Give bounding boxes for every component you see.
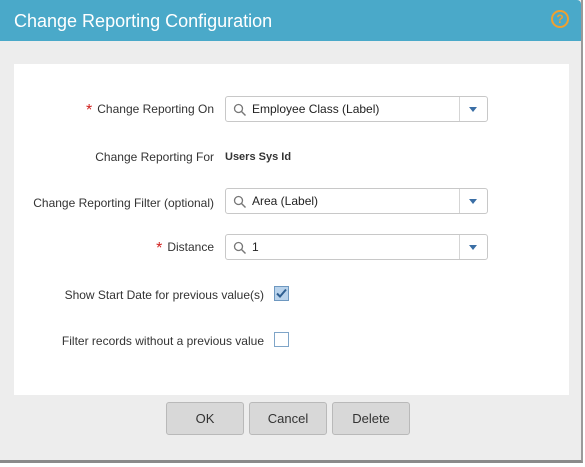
search-icon bbox=[233, 195, 246, 208]
search-icon bbox=[233, 241, 246, 254]
chevron-down-icon bbox=[469, 199, 477, 204]
distance-combo[interactable]: 1 bbox=[225, 234, 488, 260]
change-reporting-filter-dropdown-button[interactable] bbox=[459, 189, 487, 213]
required-marker: * bbox=[86, 102, 93, 119]
change-reporting-on-value: Employee Class (Label) bbox=[252, 102, 380, 116]
distance-dropdown-button[interactable] bbox=[459, 235, 487, 259]
help-icon[interactable]: ? bbox=[551, 10, 569, 28]
ok-button[interactable]: OK bbox=[166, 402, 244, 435]
filter-records-label: Filter records without a previous value bbox=[61, 334, 264, 348]
distance-value: 1 bbox=[252, 240, 259, 254]
dialog-title: Change Reporting Configuration bbox=[14, 11, 273, 31]
show-start-date-checkbox[interactable] bbox=[274, 286, 289, 301]
checkmark-icon bbox=[276, 288, 287, 298]
change-reporting-filter-value: Area (Label) bbox=[252, 194, 319, 208]
delete-button[interactable]: Delete bbox=[332, 402, 410, 435]
change-reporting-filter-combo[interactable]: Area (Label) bbox=[225, 188, 488, 214]
change-reporting-filter-label: Change Reporting Filter (optional) bbox=[33, 196, 214, 210]
filter-records-checkbox[interactable] bbox=[274, 332, 289, 347]
change-reporting-dialog: Change Reporting Configuration ? * Change… bbox=[0, 0, 583, 463]
chevron-down-icon bbox=[469, 107, 477, 112]
change-reporting-on-dropdown-button[interactable] bbox=[459, 97, 487, 121]
change-reporting-on-combo[interactable]: Employee Class (Label) bbox=[225, 96, 488, 122]
required-marker: * bbox=[156, 240, 163, 257]
dialog-titlebar: Change Reporting Configuration ? bbox=[0, 0, 581, 41]
show-start-date-label: Show Start Date for previous value(s) bbox=[64, 288, 264, 302]
change-reporting-for-label: Change Reporting For bbox=[95, 150, 214, 164]
cancel-button[interactable]: Cancel bbox=[249, 402, 327, 435]
change-reporting-on-label: * Change Reporting On bbox=[86, 102, 214, 119]
change-reporting-for-value: Users Sys Id bbox=[225, 151, 292, 163]
search-icon bbox=[233, 103, 246, 116]
form-panel: * Change Reporting On Employee Class (Lab… bbox=[14, 64, 569, 395]
chevron-down-icon bbox=[469, 245, 477, 250]
distance-label: * Distance bbox=[156, 240, 214, 257]
